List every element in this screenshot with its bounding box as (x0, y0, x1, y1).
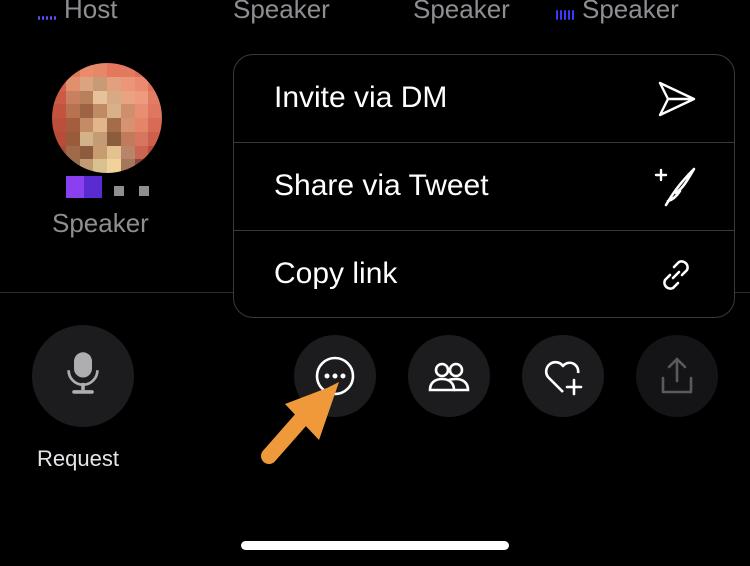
menu-item-label: Copy link (274, 257, 398, 290)
avatar-pixel (93, 104, 107, 118)
avatar-pixel (148, 131, 162, 146)
avatar-pixel (65, 145, 80, 160)
compose-tweet-icon (654, 167, 696, 207)
avatar-pixel (52, 104, 66, 118)
avatar-pixel (93, 90, 107, 105)
speaker-color-tag (66, 176, 156, 198)
avatar-pixel (107, 131, 121, 146)
avatar-pixel (107, 63, 121, 77)
host-role-label: Host (64, 0, 118, 24)
speaker-role-label: Speaker (233, 0, 330, 24)
avatar-pixel (134, 90, 149, 105)
avatar-pixel (52, 159, 66, 173)
avatar-pixel (93, 131, 107, 146)
avatar-pixel (93, 118, 107, 132)
avatar-pixel (134, 63, 149, 77)
avatar-pixel (120, 159, 135, 173)
speaker-role-2: Speaker (233, 0, 330, 25)
request-label: Request (37, 446, 119, 471)
avatar-pixel (79, 63, 94, 77)
avatar-pixel (107, 159, 121, 173)
menu-item-invite-dm[interactable]: Invite via DM (234, 55, 734, 143)
avatar-pixel (148, 159, 162, 173)
avatar-pixel (120, 104, 135, 118)
avatar-pixel (134, 118, 149, 132)
avatar-pixel (148, 76, 162, 91)
avatar-pixel (65, 90, 80, 105)
link-icon (663, 260, 689, 290)
avatar-pixel (134, 131, 149, 146)
avatar[interactable] (52, 63, 162, 173)
participant-roles-row: Host Speaker Speaker Speaker (0, 0, 750, 24)
avatar-pixel (120, 131, 135, 146)
request-mic-button[interactable] (32, 325, 134, 427)
menu-item-label: Invite via DM (274, 81, 448, 114)
avatar-pixel (107, 145, 121, 160)
avatar-pixel (148, 145, 162, 160)
avatar-pixel (79, 131, 94, 146)
add-favorite-button[interactable] (522, 335, 604, 417)
avatar-pixel (52, 63, 66, 77)
avatar-pixel (107, 90, 121, 105)
avatar-pixel (134, 76, 149, 91)
avatar-pixel (93, 76, 107, 91)
people-icon (428, 362, 470, 392)
avatar-pixel (79, 145, 94, 160)
avatar-pixel (120, 63, 135, 77)
avatar-pixel (79, 76, 94, 91)
menu-item-share-tweet[interactable]: Share via Tweet (234, 143, 734, 231)
share-menu: Invite via DM Share via Tweet Copy link (233, 54, 735, 318)
speaker-role-3: Speaker (413, 0, 510, 25)
avatar-pixel (120, 145, 135, 160)
send-icon (658, 81, 696, 117)
menu-item-copy-link[interactable]: Copy link (234, 231, 734, 317)
avatar-pixel (65, 118, 80, 132)
avatar-pixel (79, 118, 94, 132)
speaker-role-label: Speaker (413, 0, 510, 24)
avatar-pixel (65, 159, 80, 173)
speaker-label: Speaker (52, 208, 149, 238)
avatar-pixel (148, 118, 162, 132)
avatar-pixel (107, 118, 121, 132)
audio-level-icon (556, 0, 576, 27)
avatar-pixel (120, 90, 135, 105)
avatar-pixel (52, 90, 66, 105)
avatar-pixel (65, 76, 80, 91)
avatar-pixel (65, 63, 80, 77)
avatar-pixel (107, 76, 121, 91)
participants-button[interactable] (408, 335, 490, 417)
audio-level-icon (38, 0, 58, 27)
avatar-pixel (107, 104, 121, 118)
avatar-pixel (52, 76, 66, 91)
speaker-role-4: Speaker (556, 0, 679, 27)
share-icon (661, 357, 693, 394)
avatar-pixel (79, 159, 94, 173)
avatar-pixel (93, 159, 107, 173)
avatar-pixel (148, 90, 162, 105)
speaker-role-label: Speaker (582, 0, 679, 24)
avatar-pixel (93, 145, 107, 160)
avatar-pixel (134, 159, 149, 173)
avatar-pixel (148, 63, 162, 77)
heart-add-icon (544, 360, 583, 396)
avatar-pixel (120, 118, 135, 132)
share-button[interactable] (636, 335, 718, 417)
avatar-pixel (52, 145, 66, 160)
avatar-pixel (120, 76, 135, 91)
avatar-pixel (134, 104, 149, 118)
avatar-pixel (79, 104, 94, 118)
home-indicator[interactable] (241, 541, 509, 550)
avatar-pixel (93, 63, 107, 77)
host-role: Host (38, 0, 117, 27)
avatar-pixel (148, 104, 162, 118)
avatar-pixel (65, 131, 80, 146)
avatar-pixel (52, 131, 66, 146)
avatar-pixel (134, 145, 149, 160)
menu-item-label: Share via Tweet (274, 169, 489, 202)
avatar-pixel (52, 118, 66, 132)
avatar-pixel (79, 90, 94, 105)
microphone-icon (67, 352, 99, 394)
annotation-arrow (261, 382, 339, 464)
avatar-pixel (65, 104, 80, 118)
